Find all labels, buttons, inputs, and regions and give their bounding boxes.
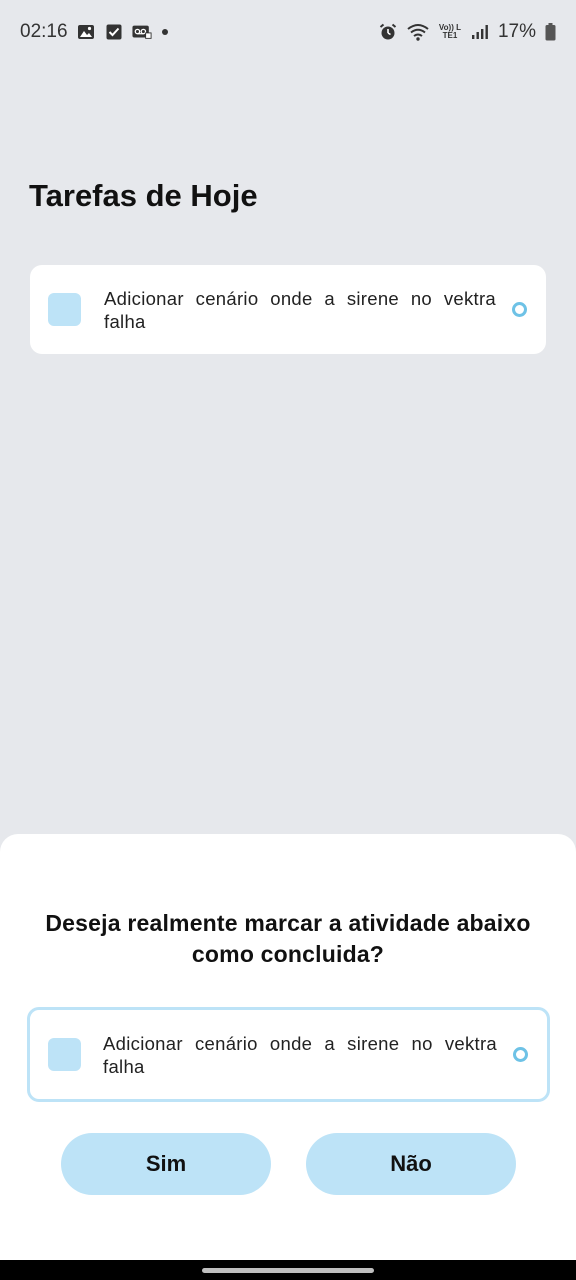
volte-icon: Vo)) LTE1: [438, 22, 462, 42]
checkbox-icon: [104, 22, 124, 42]
alarm-icon: [378, 22, 398, 42]
yes-button[interactable]: Sim: [61, 1133, 271, 1195]
app-screen: 02:16 Vo)) LTE1 17% Tarefas de Hoje Adic…: [0, 0, 576, 1280]
task-list-item[interactable]: Adicionar cenário onde a sirene no vektr…: [30, 265, 546, 354]
signal-icon: [470, 22, 490, 42]
status-time: 02:16: [20, 21, 68, 42]
home-handle[interactable]: [202, 1267, 374, 1273]
image-icon: [76, 22, 96, 42]
dialog-task-checkbox: [48, 1038, 81, 1071]
confirm-bottom-sheet: Deseja realmente marcar a atividade abai…: [0, 834, 576, 1260]
battery-percent: 17%: [497, 21, 536, 42]
page-title: Tarefas de Hoje: [29, 178, 258, 213]
wifi-icon: [406, 22, 430, 42]
battery-icon: [544, 22, 556, 42]
no-button[interactable]: Não: [306, 1133, 516, 1195]
status-right: Vo)) LTE1 17%: [378, 21, 556, 43]
navigation-bar: [0, 1260, 576, 1280]
dialog-question: Deseja realmente marcar a atividade abai…: [45, 910, 531, 967]
notification-dot-icon: [161, 29, 168, 35]
task-checkbox[interactable]: [48, 293, 81, 326]
volte-text: Vo)) LTE1: [438, 23, 461, 40]
task-status-circle-icon: [512, 302, 527, 317]
voicemail-icon: [132, 22, 152, 42]
status-bar: 02:16 Vo)) LTE1 17%: [0, 0, 576, 64]
dialog-task-status-circle-icon: [513, 1047, 528, 1062]
status-left: 02:16: [20, 21, 168, 43]
dialog-task-text: Adicionar cenário onde a sirene no vektr…: [103, 1032, 497, 1077]
task-text: Adicionar cenário onde a sirene no vektr…: [104, 287, 496, 332]
dialog-task-item: Adicionar cenário onde a sirene no vektr…: [27, 1007, 550, 1102]
